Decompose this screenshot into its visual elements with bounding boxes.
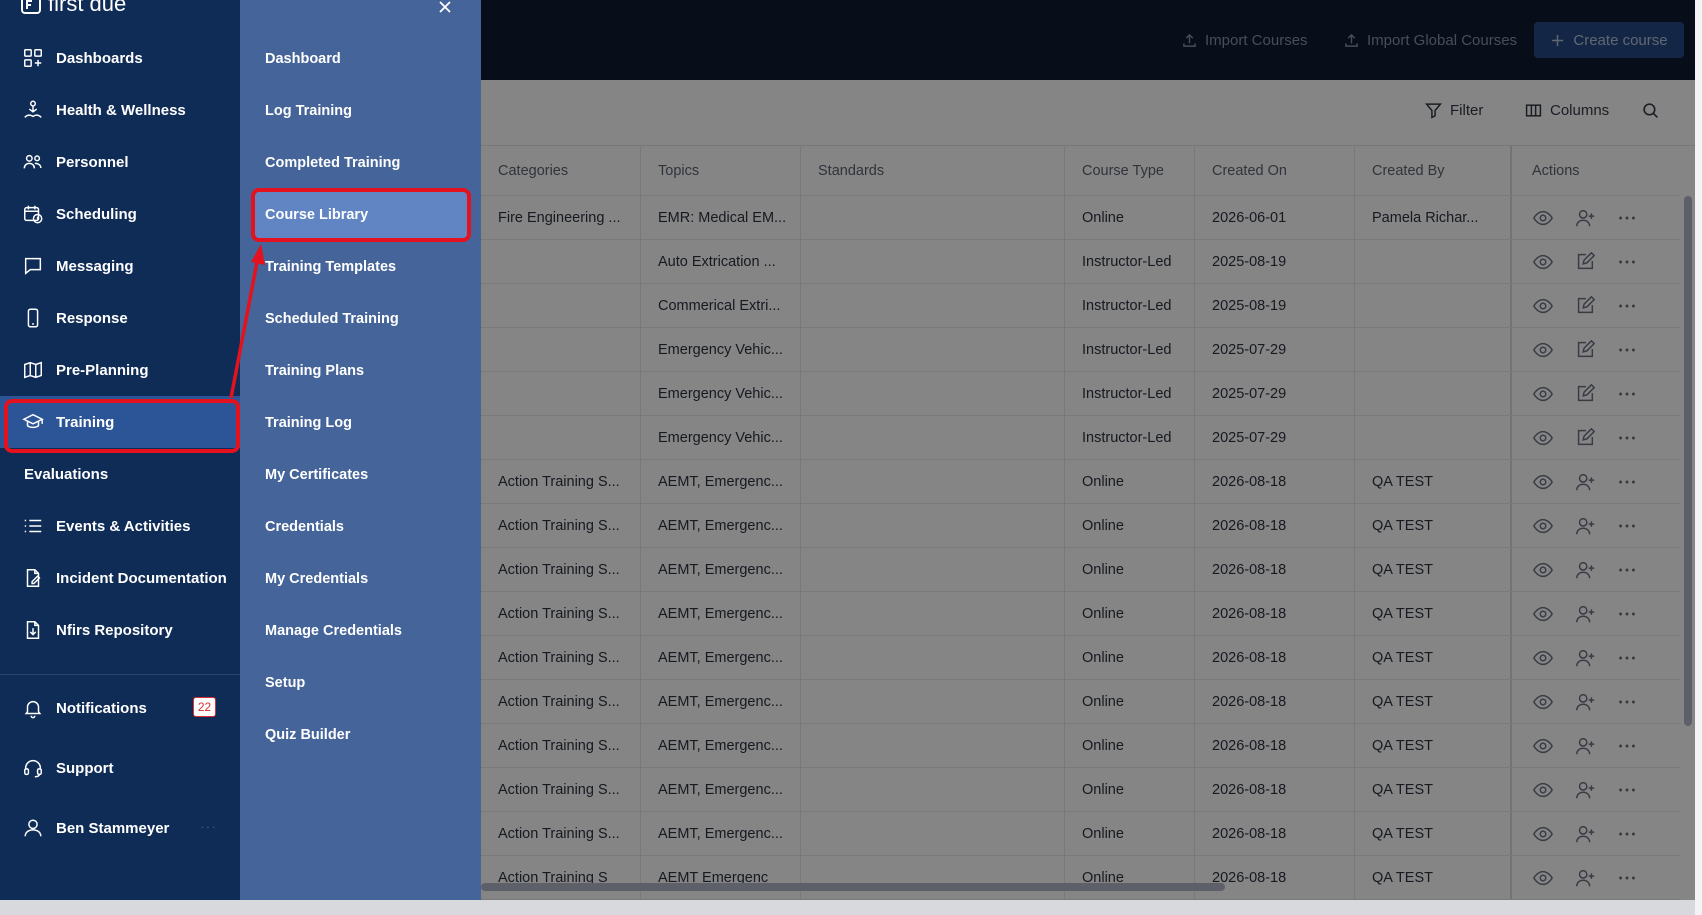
document-edit-icon [22,567,44,589]
sidebar-item-label: Dashboards [56,49,143,67]
user-more-icon[interactable]: ··· [200,818,217,834]
logo-icon [20,0,42,15]
annotation-highlight-training [4,399,240,453]
support-label: Support [56,759,114,777]
annotation-highlight-course-library [251,188,471,242]
horizontal-scrollbar[interactable] [481,883,1225,891]
notifications-label: Notifications [56,699,147,717]
submenu-item-setup[interactable]: Setup [265,663,305,703]
user-icon [22,817,44,839]
headset-icon [22,757,44,779]
submenu-item-dashboard[interactable]: Dashboard [265,39,341,79]
submenu-item-my-credentials[interactable]: My Credentials [265,559,368,599]
sidebar-item-label: Scheduling [56,205,137,223]
document-download-icon [22,619,44,641]
logo-text: first due [48,0,127,16]
submenu-item-scheduled-training[interactable]: Scheduled Training [265,299,399,339]
sidebar-item-messaging[interactable]: Messaging [0,240,240,292]
sidebar-item-label: Personnel [56,153,129,171]
sidebar-item-nfirs-repository[interactable]: Nfirs Repository [0,604,240,656]
submenu-item-training-templates[interactable]: Training Templates [265,247,396,287]
submenu-item-my-certificates[interactable]: My Certificates [265,455,368,495]
sidebar-item-health-and-wellness[interactable]: Health & Wellness [0,84,240,136]
sidebar-item-label: Incident Documentation [56,569,227,587]
sidebar-item-label: Nfirs Repository [56,621,173,639]
sidebar-item-label: Events & Activities [56,517,191,535]
calendar-clock-icon [22,203,44,225]
submenu-item-log-training[interactable]: Log Training [265,91,352,131]
phone-icon [22,307,44,329]
submenu-item-manage-credentials[interactable]: Manage Credentials [265,611,402,651]
sidebar-item-response[interactable]: Response [0,292,240,344]
training-submenu [240,0,481,900]
submenu-item-training-plans[interactable]: Training Plans [265,351,364,391]
sidebar-item-label: Pre-Planning [56,361,149,379]
submenu-item-training-log[interactable]: Training Log [265,403,352,443]
sidebar-item-support[interactable]: Support [0,742,240,794]
map-icon [22,359,44,381]
sidebar-item-label: Response [56,309,128,327]
sidebar-item-personnel[interactable]: Personnel [0,136,240,188]
bottom-scroll-track [0,900,1702,915]
vertical-scrollbar[interactable] [1684,196,1692,726]
notifications-count-badge: 22 [193,697,216,717]
brand-logo[interactable]: first due [20,0,126,17]
sidebar-item-scheduling[interactable]: Scheduling [0,188,240,240]
submenu-item-quiz-builder[interactable]: Quiz Builder [265,715,350,755]
sidebar-item-incident-documentation[interactable]: Incident Documentation [0,552,240,604]
sidebar-item-label: Health & Wellness [56,101,186,119]
message-icon [22,255,44,277]
sidebar-item-pre-planning[interactable]: Pre-Planning [0,344,240,396]
dashboard-icon [22,47,44,69]
people-icon [22,151,44,173]
user-name: Ben Stammeyer [56,819,170,837]
close-icon[interactable] [434,0,456,18]
submenu-item-completed-training[interactable]: Completed Training [265,143,400,183]
submenu-item-credentials[interactable]: Credentials [265,507,344,547]
sidebar-item-dashboards[interactable]: Dashboards [0,32,240,84]
sidebar-item-events-and-activities[interactable]: Events & Activities [0,500,240,552]
right-edge [1695,0,1702,915]
sidebar-item-label: Messaging [56,257,134,275]
wellness-icon [22,99,44,121]
sidebar-divider [0,674,240,675]
bell-icon [22,697,44,719]
sidebar-item-evaluations[interactable]: Evaluations [0,448,240,500]
list-icon [22,515,44,537]
sidebar-item-label: Evaluations [24,465,109,483]
